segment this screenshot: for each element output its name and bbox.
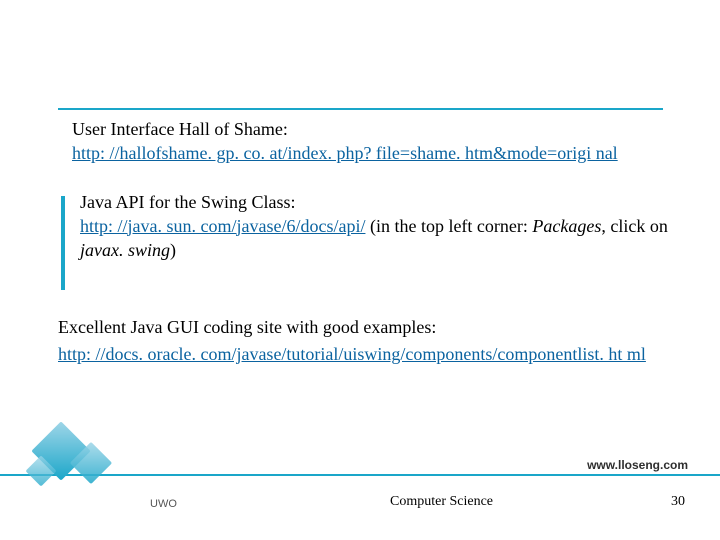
javaapi-paren-lead: (in the top left corner:: [365, 216, 532, 236]
slide: User Interface Hall of Shame: http: //ha…: [0, 0, 720, 540]
corner-decor: [30, 430, 116, 484]
javaapi-swing: javax. swing: [80, 240, 170, 260]
javaapi-link[interactable]: http: //java. sun. com/javase/6/docs/api…: [80, 216, 365, 236]
block-gui-site: Excellent Java GUI coding site with good…: [58, 314, 676, 368]
content-area: User Interface Hall of Shame: http: //ha…: [58, 112, 676, 368]
footer-page-number: 30: [671, 494, 685, 510]
hos-title: User Interface Hall of Shame:: [72, 119, 288, 139]
gui-link[interactable]: http: //docs. oracle. com/javase/tutoria…: [58, 344, 646, 364]
gui-title: Excellent Java GUI coding site with good…: [58, 314, 672, 341]
javaapi-title: Java API for the Swing Class:: [80, 192, 296, 212]
block-java-api: Java API for the Swing Class: http: //ja…: [58, 190, 676, 262]
javaapi-paren-mid: , click on: [601, 216, 667, 236]
hos-link[interactable]: http: //hallofshame. gp. co. at/index. p…: [72, 143, 618, 163]
divider-top: [58, 108, 663, 110]
footer-department: Computer Science: [390, 494, 493, 510]
block-hall-of-shame: User Interface Hall of Shame: http: //ha…: [58, 112, 676, 166]
javaapi-packages: Packages: [532, 216, 601, 236]
footer-site-url: www.lloseng.com: [587, 458, 688, 472]
javaapi-paren-tail: ): [170, 240, 176, 260]
footer-org: UWO: [150, 498, 177, 510]
